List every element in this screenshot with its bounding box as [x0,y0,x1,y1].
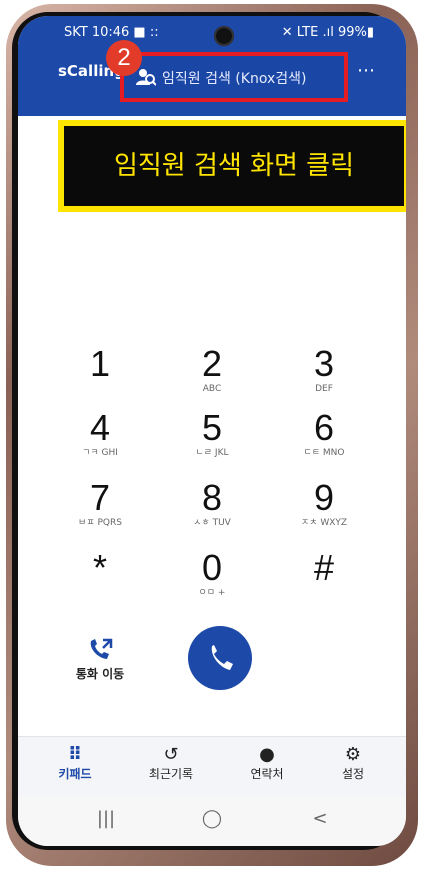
screen: SKT 10:46 ■ :: ✕ LTE .ıl 99%▮ sCalling 임… [18,16,406,846]
key-9[interactable]: 9 ㅈㅊ WXYZ [268,478,380,542]
instruction-callout: 임직원 검색 화면 클릭 [58,120,406,212]
tab-keypad[interactable]: ⠿ 키패드 [30,745,120,782]
call-button[interactable] [188,626,252,690]
status-bar: SKT 10:46 ■ :: ✕ LTE .ıl 99%▮ [18,22,406,46]
key-1[interactable]: 1 [44,344,156,408]
key-2[interactable]: 2 ABC [156,344,268,408]
front-camera [214,26,234,46]
person-search-icon [136,69,156,86]
bottom-tab-bar: ⠿ 키패드 ↺ 최근기록 ● 연락처 ⚙ 설정 [18,736,406,797]
tab-contacts-label: 연락처 [250,767,284,781]
key-3[interactable]: 3 DEF [268,344,380,408]
key-6[interactable]: 6 ㄷㅌ MNO [268,408,380,472]
key-5[interactable]: 5 ㄴㄹ JKL [156,408,268,472]
key-8[interactable]: 8 ㅅㅎ TUV [156,478,268,542]
keypad-icon: ⠿ [67,744,83,765]
key-4[interactable]: 4 ㄱㅋ GHI [44,408,156,472]
call-transfer-button[interactable]: 통화 이동 [60,638,140,682]
app-header: SKT 10:46 ■ :: ✕ LTE .ıl 99%▮ sCalling 임… [18,16,406,116]
phone-icon [211,645,233,670]
call-transfer-icon [90,638,113,659]
key-7[interactable]: 7 ㅂㅍ PQRS [44,478,156,542]
tab-settings[interactable]: ⚙ 설정 [308,745,398,782]
tab-recent[interactable]: ↺ 최근기록 [126,745,216,782]
recents-button[interactable]: ||| [86,808,126,829]
status-left: SKT 10:46 ■ :: [64,25,159,40]
history-icon: ↺ [163,744,179,765]
call-transfer-label: 통화 이동 [75,667,125,681]
more-menu-button[interactable]: ⋯ [357,60,376,81]
back-button[interactable]: < [300,808,340,829]
home-button[interactable]: ◯ [192,808,232,829]
tab-settings-label: 설정 [341,767,365,781]
step-badge: 2 [106,40,142,76]
key-0[interactable]: 0 ㅇㅁ + [156,548,268,612]
tab-recent-label: 최근기록 [148,767,194,781]
system-nav-bar: ||| ◯ < [18,796,406,846]
key-hash[interactable]: # [268,548,380,612]
gear-icon: ⚙ [344,744,362,765]
search-placeholder: 임직원 검색 (Knox검색) [162,71,307,87]
tab-contacts[interactable]: ● 연락처 [222,745,312,782]
key-star[interactable]: * [44,548,156,612]
status-right: ✕ LTE .ıl 99%▮ [281,25,374,40]
tab-keypad-label: 키패드 [58,767,92,781]
employee-search-field[interactable]: 임직원 검색 (Knox검색) [120,52,348,102]
person-icon: ● [259,744,275,765]
